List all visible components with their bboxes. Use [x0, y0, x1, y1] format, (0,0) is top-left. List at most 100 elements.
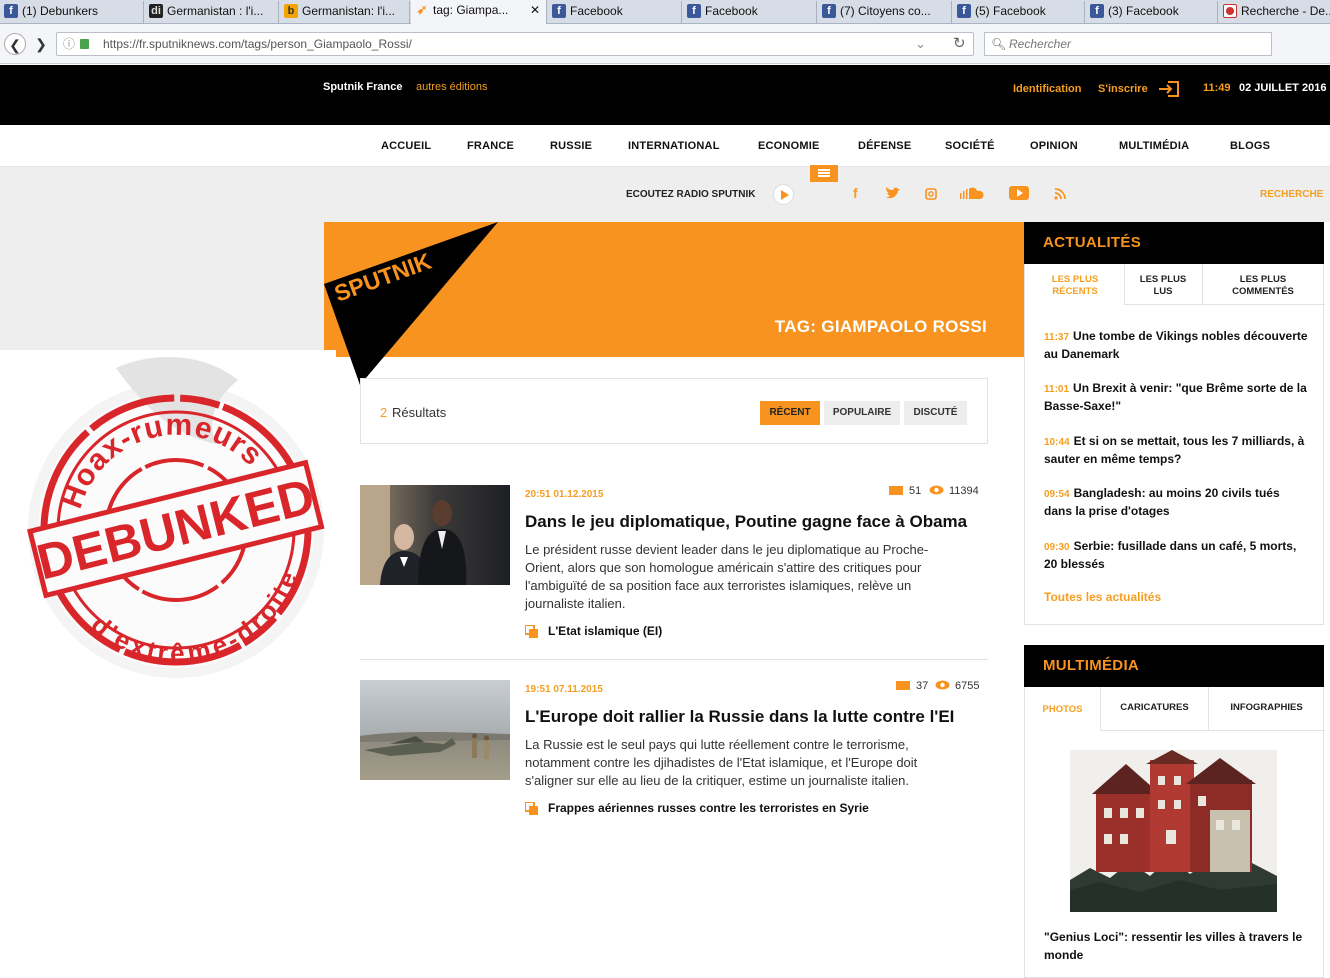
- article-tag-link[interactable]: Frappes aériennes russes contre les terr…: [548, 801, 869, 815]
- news-item[interactable]: 11:01 Un Brexit à venir: "que Brême sorte…: [1044, 380, 1308, 415]
- fighter-jet-photo: [360, 680, 510, 780]
- main-navigation: ACCUEIL FRANCE RUSSIE INTERNATIONAL ECON…: [0, 125, 1330, 167]
- youtube-icon[interactable]: [1009, 186, 1029, 200]
- article-lead: Le président russe devient leader dans l…: [525, 542, 929, 611]
- edition-label: Sputnik France: [323, 81, 403, 93]
- comments-icon: [889, 486, 903, 495]
- browser-tab[interactable]: di Germanistan : l'i...: [145, 1, 279, 23]
- login-icon[interactable]: [1158, 81, 1180, 97]
- url-bar[interactable]: ⓘ https://fr.sputniknews.com/tags/person…: [56, 32, 974, 56]
- news-item[interactable]: 09:30 Serbie: fusillade dans un café, 5 m…: [1044, 538, 1308, 573]
- tab-most-recent[interactable]: LES PLUS RÉCENTS: [1039, 274, 1111, 298]
- rss-icon[interactable]: [1054, 188, 1066, 200]
- sort-recent-button[interactable]: RÉCENT: [760, 401, 820, 425]
- dropdown-icon[interactable]: ⌄: [915, 33, 926, 55]
- social-bar: ECOUTEZ RADIO SPUTNIK f RECHERCHE: [0, 165, 1330, 222]
- featured-photo[interactable]: [1070, 750, 1277, 912]
- comments-icon: [896, 681, 910, 690]
- sort-discussed-button[interactable]: DISCUTÉ: [904, 401, 967, 425]
- multimedia-section-title: MULTIMÉDIA: [1024, 645, 1324, 687]
- article-title[interactable]: Dans le jeu diplomatique, Poutine gagne …: [525, 512, 985, 532]
- nav-russie[interactable]: RUSSIE: [550, 140, 592, 152]
- info-icon[interactable]: ⓘ: [63, 33, 75, 55]
- tab-caricatures[interactable]: CARICATURES: [1101, 702, 1208, 714]
- play-icon[interactable]: [773, 184, 794, 205]
- search-link[interactable]: RECHERCHE: [1260, 189, 1323, 200]
- sort-popular-button[interactable]: POPULAIRE: [824, 401, 900, 425]
- soundcloud-icon[interactable]: [960, 187, 985, 199]
- tag-icon: [525, 802, 538, 815]
- debunked-stamp: Hoax-rumeurs d'extrême-droite DEBUNKED: [6, 350, 336, 692]
- browser-tab[interactable]: f Facebook: [548, 1, 682, 23]
- browser-tab-bar: f (1) Debunkers di Germanistan : l'i... …: [0, 0, 1330, 24]
- blogger-icon: b: [284, 4, 298, 18]
- browser-tab[interactable]: f (5) Facebook: [953, 1, 1085, 23]
- nav-societe[interactable]: SOCIÉTÉ: [945, 140, 995, 152]
- debunked-stamp-graphic: Hoax-rumeurs d'extrême-droite DEBUNKED: [26, 356, 325, 692]
- radio-label[interactable]: ECOUTEZ RADIO SPUTNIK: [626, 189, 755, 200]
- facebook-icon: f: [822, 4, 836, 18]
- close-tab-icon[interactable]: ✕: [530, 0, 540, 20]
- nav-opinion[interactable]: OPINION: [1030, 140, 1078, 152]
- forward-icon[interactable]: ❯: [30, 33, 52, 55]
- view-count: 11394: [949, 485, 979, 497]
- news-item[interactable]: 09:54 Bangladesh: au moins 20 civils tués…: [1044, 485, 1308, 520]
- article-image[interactable]: [360, 485, 510, 585]
- url-text[interactable]: https://fr.sputniknews.com/tags/person_G…: [103, 33, 412, 55]
- facebook-icon: f: [1090, 4, 1104, 18]
- browser-tab-active[interactable]: ➶ tag: Giampa... ✕: [411, 0, 547, 24]
- clock-time: 11:49: [1203, 82, 1231, 94]
- browser-search-input[interactable]: 🔍︎ Rechercher: [984, 32, 1272, 56]
- tag-icon: [525, 625, 538, 638]
- browser-tab[interactable]: f Facebook: [683, 1, 817, 23]
- search-icon: 🔍︎: [991, 37, 1007, 51]
- nav-defense[interactable]: DÉFENSE: [858, 140, 911, 152]
- facebook-icon: f: [957, 4, 971, 18]
- tab-infographics[interactable]: INFOGRAPHIES: [1209, 702, 1324, 714]
- nav-international[interactable]: INTERNATIONAL: [628, 140, 720, 152]
- nav-accueil[interactable]: ACCUEIL: [381, 140, 431, 152]
- views-icon: [929, 485, 944, 495]
- facebook-icon: f: [687, 4, 701, 18]
- tab-photos[interactable]: PHOTOS: [1025, 704, 1100, 716]
- sputnik-icon: ➶: [416, 2, 428, 17]
- nav-blogs[interactable]: BLOGS: [1230, 140, 1270, 152]
- tab-most-commented[interactable]: LES PLUS COMMENTÉS: [1215, 274, 1311, 298]
- news-item[interactable]: 10:44 Et si on se mettait, tous les 7 mil…: [1044, 433, 1308, 468]
- article-title[interactable]: L'Europe doit rallier la Russie dans la …: [525, 707, 985, 727]
- site-top-bar: Sputnik France autres éditions Identific…: [0, 65, 1330, 125]
- page-title: TAG: GIAMPAOLO ROSSI: [774, 317, 987, 336]
- other-editions-link[interactable]: autres éditions: [416, 81, 488, 93]
- login-link[interactable]: Identification: [1013, 83, 1081, 95]
- twitter-icon[interactable]: [885, 187, 900, 200]
- sputnik-logo[interactable]: SPUTNIK: [324, 222, 500, 386]
- views-icon: [935, 680, 950, 690]
- browser-tab[interactable]: b Germanistan: l'i...: [280, 1, 410, 23]
- tab-most-read[interactable]: LES PLUS LUS: [1133, 274, 1193, 298]
- browser-tab[interactable]: f (1) Debunkers: [0, 1, 144, 23]
- reload-icon[interactable]: ↻: [953, 33, 966, 55]
- news-item[interactable]: 11:37 Une tombe de Vikings nobles découve…: [1044, 328, 1308, 363]
- register-link[interactable]: S'inscrire: [1098, 83, 1148, 95]
- photo-caption[interactable]: "Genius Loci": ressentir les villes à tr…: [1044, 928, 1308, 964]
- page-background: [0, 222, 324, 350]
- browser-tab[interactable]: Recherche - De...: [1219, 1, 1330, 23]
- facebook-icon[interactable]: f: [853, 185, 858, 201]
- back-icon[interactable]: ❮: [4, 33, 26, 55]
- divider: [360, 659, 988, 660]
- instagram-icon[interactable]: [925, 188, 937, 200]
- genius-loci-photo: [1070, 750, 1277, 912]
- menu-toggle-icon[interactable]: [810, 165, 838, 182]
- facebook-icon: f: [4, 4, 18, 18]
- nav-france[interactable]: FRANCE: [467, 140, 514, 152]
- browser-tab[interactable]: f (3) Facebook: [1086, 1, 1218, 23]
- debian-icon: [1223, 4, 1237, 18]
- nav-economie[interactable]: ECONOMIE: [758, 140, 820, 152]
- all-news-link[interactable]: Toutes les actualités: [1044, 590, 1161, 604]
- article-image[interactable]: [360, 680, 510, 780]
- browser-tab[interactable]: f (7) Citoyens co...: [818, 1, 952, 23]
- view-count: 6755: [955, 680, 980, 692]
- article-tag-link[interactable]: L'Etat islamique (EI): [548, 624, 662, 638]
- article-lead: La Russie est le seul pays qui lutte rée…: [525, 737, 918, 788]
- nav-multimedia[interactable]: MULTIMÉDIA: [1119, 140, 1189, 152]
